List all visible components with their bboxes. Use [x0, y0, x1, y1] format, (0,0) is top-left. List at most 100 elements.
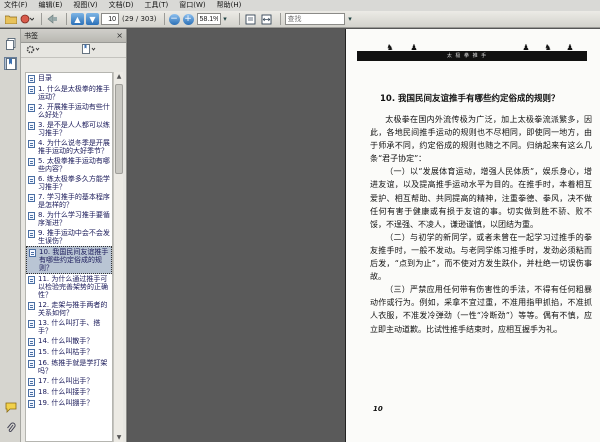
bookmark-page-icon — [28, 75, 35, 83]
bookmark-page-icon — [28, 212, 35, 220]
bookmark-label: 12. 走架与推手两者的关系如何？ — [38, 301, 108, 317]
bookmark-label: 18. 什么叫接手？ — [38, 388, 94, 396]
search-input[interactable] — [284, 13, 345, 25]
toolbar-separator — [66, 13, 67, 25]
print-settings-icon[interactable] — [20, 13, 34, 26]
bookmark-label: 6. 练太极拳多久方能学习推手？ — [38, 175, 110, 191]
bookmark-label: 4. 为什么说冬季是开展推手运动的大好季节？ — [38, 139, 110, 155]
bookmarks-panel-header: 书签 × — [21, 29, 126, 43]
open-folder-icon[interactable] — [4, 13, 17, 26]
scroll-down-icon[interactable]: ▼ — [114, 433, 124, 442]
bookmark-item[interactable]: 12. 走架与推手两者的关系如何？ — [26, 300, 112, 318]
bookmark-scrollbar[interactable]: ▲ ▼ — [113, 72, 123, 442]
bookmark-item[interactable]: 6. 练太极拳多久方能学习推手？ — [26, 174, 112, 192]
bookmark-item[interactable]: 1. 什么是太极拳的推手运动？ — [26, 84, 112, 102]
toolbar-separator — [163, 13, 165, 25]
bookmark-page-icon — [29, 249, 36, 257]
bookmark-item-selected[interactable]: 10. 我国民间友谊推手有哪些约定俗成的规则？ — [26, 246, 112, 274]
document-viewport[interactable]: ♞ ♟ 太 极 拳 推 手 ♟ ♞ ♟ 10. 我国民间友谊推手有哪些约定俗成的… — [128, 29, 600, 442]
page-number: 10 — [373, 405, 383, 413]
page-gutter — [128, 29, 348, 442]
next-page-button[interactable]: ▼ — [86, 13, 99, 25]
menu-edit[interactable]: 编辑(E) — [39, 0, 63, 11]
new-bookmark-icon[interactable] — [82, 44, 96, 56]
figure-ornament-icon: ♟ — [522, 43, 530, 52]
bookmark-page-icon — [28, 230, 35, 238]
bookmark-page-icon — [28, 158, 35, 166]
bookmark-page-icon — [28, 86, 35, 94]
bookmark-item[interactable]: 13. 什么叫打手、搭手？ — [26, 318, 112, 336]
bookmark-page-icon — [28, 349, 35, 357]
panel-title: 书签 — [24, 31, 38, 40]
menu-window[interactable]: 窗口(W) — [179, 0, 205, 11]
zoom-in-button[interactable]: + — [182, 13, 194, 25]
bookmark-label: 7. 学习推手的基本程序是怎样的？ — [38, 193, 110, 209]
menu-view[interactable]: 视图(V) — [73, 0, 97, 11]
bookmark-item[interactable]: 15. 什么叫枯手？ — [26, 347, 112, 358]
bookmark-item[interactable]: 目录 — [26, 73, 112, 84]
paragraph: 太极拳在国内外流传极为广泛，加上太极拳流派繁多，因此，各地民间推手运动的规则也不… — [370, 115, 592, 164]
zoom-level-input[interactable] — [196, 13, 221, 25]
paragraph: （二）与初学的新同学，或者未曾在一起学习过推手的拳友推手时，一般不发动。与老同学… — [370, 232, 592, 282]
toolbar-separator — [41, 13, 42, 25]
zoom-dropdown-icon[interactable]: ▾ — [219, 13, 232, 26]
pages-icon[interactable] — [4, 37, 17, 50]
menu-file[interactable]: 文件(F) — [4, 0, 28, 11]
toolbar-separator — [238, 13, 240, 25]
menu-tools[interactable]: 工具(T) — [145, 0, 169, 11]
bookmark-page-icon — [28, 338, 35, 346]
menu-bar: 文件(F) 编辑(E) 视图(V) 文档(D) 工具(T) 窗口(W) 帮助(H… — [0, 0, 600, 11]
back-icon[interactable] — [46, 13, 59, 26]
bookmark-item[interactable]: 14. 什么叫散手？ — [26, 336, 112, 347]
bookmark-item[interactable]: 4. 为什么说冬季是开展推手运动的大好季节？ — [26, 138, 112, 156]
page-count-label: (29 / 303) — [122, 15, 157, 23]
bookmark-label: 3. 是不是人人都可以练习推手？ — [38, 121, 110, 137]
bookmark-item[interactable]: 7. 学习推手的基本程序是怎样的？ — [26, 192, 112, 210]
menu-help[interactable]: 帮助(H) — [217, 0, 242, 11]
scroll-up-icon[interactable]: ▲ — [114, 72, 124, 81]
bookmark-item[interactable]: 2. 开展推手运动有些什么好处？ — [26, 102, 112, 120]
bookmark-item[interactable]: 17. 什么叫出手？ — [26, 376, 112, 387]
scrollbar-thumb[interactable] — [115, 84, 123, 174]
attachments-icon[interactable] — [4, 421, 17, 434]
bookmark-item[interactable]: 3. 是不是人人都可以练习推手？ — [26, 120, 112, 138]
close-icon[interactable]: × — [116, 31, 123, 40]
bookmark-page-icon — [28, 104, 35, 112]
bookmark-label: 13. 什么叫打手、搭手？ — [38, 319, 101, 335]
figure-ornament-icon: ♟ — [410, 43, 418, 52]
bookmark-page-icon — [28, 320, 35, 328]
search-dropdown-icon[interactable]: ▾ — [344, 13, 357, 26]
bookmark-item[interactable]: 18. 什么叫接手？ — [26, 387, 112, 398]
paragraph: （一）以“发展体育运动，增强人民体质”，娱乐身心，增进友谊，以及提高推手运动水平… — [370, 167, 592, 229]
bookmark-label: 2. 开展推手运动有些什么好处？ — [38, 103, 110, 119]
bookmark-item[interactable]: 19. 什么叫掤手？ — [26, 398, 112, 409]
bookmark-page-icon — [28, 176, 35, 184]
options-gear-icon[interactable] — [26, 45, 40, 56]
comments-icon[interactable] — [4, 401, 17, 414]
fit-width-icon[interactable] — [260, 13, 273, 26]
toolbar: ▲ ▼ (29 / 303) − + ▾ ▾ — [0, 11, 600, 28]
bookmark-page-icon — [28, 276, 35, 284]
bookmark-item[interactable]: 9. 推手运动中会不会发生误伤？ — [26, 228, 112, 246]
page-number-input[interactable] — [101, 13, 119, 25]
bookmark-label: 目录 — [38, 74, 52, 82]
bookmark-page-icon — [28, 400, 35, 408]
bookmark-page-icon — [28, 122, 35, 130]
fit-page-icon[interactable] — [244, 13, 257, 26]
bookmarks-icon[interactable] — [4, 57, 17, 70]
zoom-out-button[interactable]: − — [168, 13, 180, 25]
previous-page-button[interactable]: ▲ — [71, 13, 84, 25]
bookmark-item[interactable]: 5. 太极拳推手运动有哪些内容？ — [26, 156, 112, 174]
toolbar-separator — [279, 13, 281, 25]
bookmark-label: 8. 为什么学习推手要循序渐进？ — [38, 211, 110, 227]
header-band-ornament: ♞ ♟ 太 极 拳 推 手 ♟ ♞ ♟ — [357, 44, 587, 61]
bookmark-label: 11. 为什么通过推手可以检验完善架势的正确性？ — [38, 275, 108, 299]
bookmarks-panel: 书签 × 目录 1. 什么是太极拳的推手运动？ 2. 开展推手运动有些什么好处？ 3.… — [21, 29, 127, 442]
bookmark-item[interactable]: 11. 为什么通过推手可以检验完善架势的正确性？ — [26, 274, 112, 300]
menu-document[interactable]: 文档(D) — [109, 0, 134, 11]
bookmark-item[interactable]: 8. 为什么学习推手要循序渐进？ — [26, 210, 112, 228]
header-band-caption: 太 极 拳 推 手 — [446, 53, 488, 59]
bookmark-item[interactable]: 16. 练推手就是学打架吗？ — [26, 358, 112, 376]
figure-ornament-icon: ♟ — [566, 43, 574, 52]
bookmark-page-icon — [28, 389, 35, 397]
